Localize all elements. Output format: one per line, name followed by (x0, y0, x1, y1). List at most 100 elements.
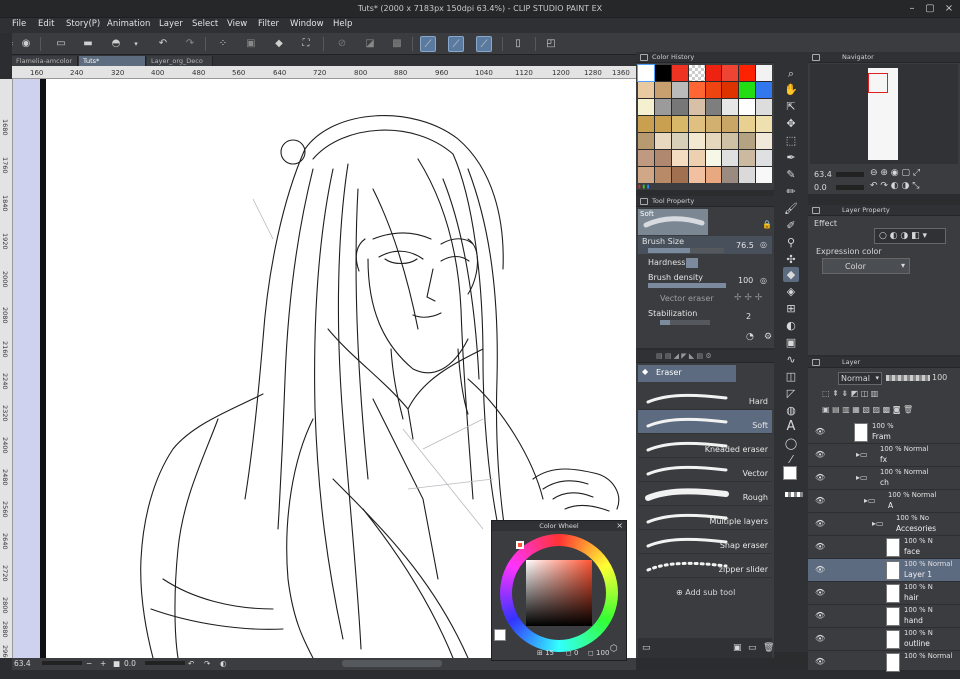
color-swatch[interactable] (671, 167, 688, 183)
menu-select[interactable]: Select (192, 19, 218, 29)
text-tool-icon[interactable]: A (783, 419, 799, 434)
tab-flamelia[interactable]: Flamelia-amcolor (12, 56, 78, 66)
visibility-eye-icon[interactable]: 👁 (815, 473, 825, 482)
layer-title-bar[interactable]: Layer (808, 357, 960, 368)
nav-rotate-slider[interactable] (836, 185, 864, 190)
layer-row[interactable]: 👁 100 % N hair (808, 582, 960, 605)
stabilization-value[interactable]: 2 (746, 312, 751, 321)
balloon-tool-icon[interactable]: ◯ (783, 436, 799, 451)
layer-row[interactable]: 👁 100 % N hand (808, 605, 960, 628)
layer-property-title-bar[interactable]: Layer Property (808, 205, 960, 216)
menu-layer[interactable]: Layer (159, 19, 183, 29)
snap-ruler-icon[interactable]: ◪ (362, 36, 378, 52)
rotate-right-icon[interactable]: ↷ (204, 659, 210, 668)
operation-tool-icon[interactable]: ⇱ (783, 99, 799, 114)
layer-row[interactable]: 👁 100 % N face (808, 536, 960, 559)
smartphone-icon[interactable]: ▯ (510, 36, 526, 52)
zoom-in-icon[interactable]: + (100, 659, 106, 668)
color-swatch[interactable] (739, 65, 756, 81)
color-swatch[interactable] (705, 65, 722, 81)
sub-tool-item[interactable]: Kneaded eraser (638, 434, 772, 458)
color-swatch[interactable] (739, 116, 756, 132)
menu-story[interactable]: Story(P) (66, 19, 100, 29)
brightness-value[interactable]: 100 (596, 649, 609, 657)
color-swatch[interactable] (705, 167, 722, 183)
color-swatch[interactable] (722, 65, 739, 81)
menu-animation[interactable]: Animation (107, 19, 150, 29)
color-swatch[interactable] (688, 99, 705, 115)
layer-row[interactable]: 👁 ▸▭ 100 % No Accesories (808, 513, 960, 536)
add-sub-tool-button[interactable]: ⊕ Add sub tool (676, 588, 735, 597)
stabilization-slider[interactable] (660, 320, 710, 325)
zoom-value[interactable]: 63.4 (14, 659, 31, 668)
color-swatch[interactable] (739, 133, 756, 149)
transform-icon[interactable]: ⛶ (298, 36, 314, 52)
menu-edit[interactable]: Edit (38, 19, 54, 29)
layer-actions-row[interactable]: ▣ ▤ ▥ ▦ ▧ ▨ ▩ ◙ 🗑 (808, 405, 960, 417)
color-swatch[interactable] (722, 116, 739, 132)
visibility-eye-icon[interactable]: 👁 (815, 634, 825, 643)
layer-row[interactable]: 👁 ▸▭ 100 % Normal A (808, 490, 960, 513)
frame-tool-icon[interactable]: ▣ (783, 335, 799, 350)
figure-tool-icon[interactable]: ∿ (783, 352, 799, 367)
color-swatch[interactable] (688, 116, 705, 132)
color-swatch[interactable] (654, 116, 671, 132)
folder-icon[interactable]: ▸▭ (856, 473, 868, 482)
brush-size-value[interactable]: 76.5 (736, 241, 754, 250)
color-swatch[interactable] (756, 116, 772, 132)
correct-line-icon[interactable]: ◸ (783, 386, 799, 401)
color-swatch[interactable] (739, 99, 756, 115)
color-swatch[interactable] (638, 99, 654, 115)
color-swatch[interactable] (756, 167, 772, 183)
color-swatch[interactable] (756, 99, 772, 115)
zoom-out-icon[interactable]: − (86, 659, 92, 668)
redo-icon[interactable]: ↷ (182, 36, 198, 52)
undo-icon[interactable]: ↶ (155, 36, 171, 52)
clip-studio-icon[interactable]: ◉ (18, 36, 34, 52)
color-swatch[interactable] (739, 167, 756, 183)
color-wheel-title-bar[interactable]: Color Wheel × (492, 521, 626, 531)
color-swatch[interactable] (638, 150, 654, 166)
brush-density-value[interactable]: 100 (738, 276, 753, 285)
layer-row[interactable]: 👁 100 % Normal Layer 1 (808, 559, 960, 582)
folder-icon[interactable]: ▸▭ (856, 450, 868, 459)
zoom-slider[interactable] (42, 661, 82, 665)
color-swatch[interactable] (638, 82, 654, 98)
color-swatch[interactable] (654, 150, 671, 166)
fit-icon[interactable]: ■ (113, 659, 120, 668)
snap-grid-icon[interactable]: ▩ (389, 36, 405, 52)
visibility-eye-icon[interactable]: 👁 (815, 565, 825, 574)
lasso-icon[interactable]: ◍ (783, 403, 799, 418)
opacity-value[interactable]: 100 (932, 373, 947, 382)
eyedropper-tool-icon[interactable]: ✒ (783, 150, 799, 165)
color-swatch[interactable] (705, 116, 722, 132)
minimize-icon[interactable]: – (906, 3, 918, 15)
rotate-slider[interactable] (145, 661, 185, 665)
brush-density-slider[interactable] (648, 283, 726, 288)
color-swatch[interactable] (756, 82, 772, 98)
color-swatch[interactable] (705, 99, 722, 115)
color-swatch[interactable] (671, 150, 688, 166)
color-swatch[interactable] (671, 99, 688, 115)
navigator-title-bar[interactable]: Navigator (808, 52, 960, 63)
color-swatch[interactable] (654, 99, 671, 115)
invert-selection-icon[interactable]: ▣ (243, 36, 259, 52)
visibility-eye-icon[interactable]: 👁 (815, 588, 825, 597)
sub-tool-item[interactable]: Multiple layers (638, 506, 772, 530)
nav-angle-value[interactable]: 0.0 (814, 183, 827, 192)
selection-tool-icon[interactable]: ⬚ (783, 133, 799, 148)
visibility-eye-icon[interactable]: 👁 (815, 450, 825, 459)
visibility-eye-icon[interactable]: 👁 (815, 427, 825, 436)
color-swatch[interactable] (756, 65, 772, 81)
pen-mode-2-icon[interactable]: ⟋ (448, 36, 464, 52)
angle-value[interactable]: 0.0 (124, 659, 136, 668)
saturation-value-square[interactable] (526, 560, 592, 626)
main-color-swatch[interactable] (783, 466, 797, 480)
expression-color-select[interactable]: Color ▾ (822, 258, 910, 274)
color-swatch[interactable] (688, 82, 705, 98)
horizontal-scrollbar[interactable] (342, 660, 442, 667)
color-swatch[interactable] (654, 133, 671, 149)
color-swatch[interactable] (637, 64, 655, 82)
blend-mode-select[interactable]: Normal ▾ (838, 372, 882, 385)
color-swatch[interactable] (756, 150, 772, 166)
